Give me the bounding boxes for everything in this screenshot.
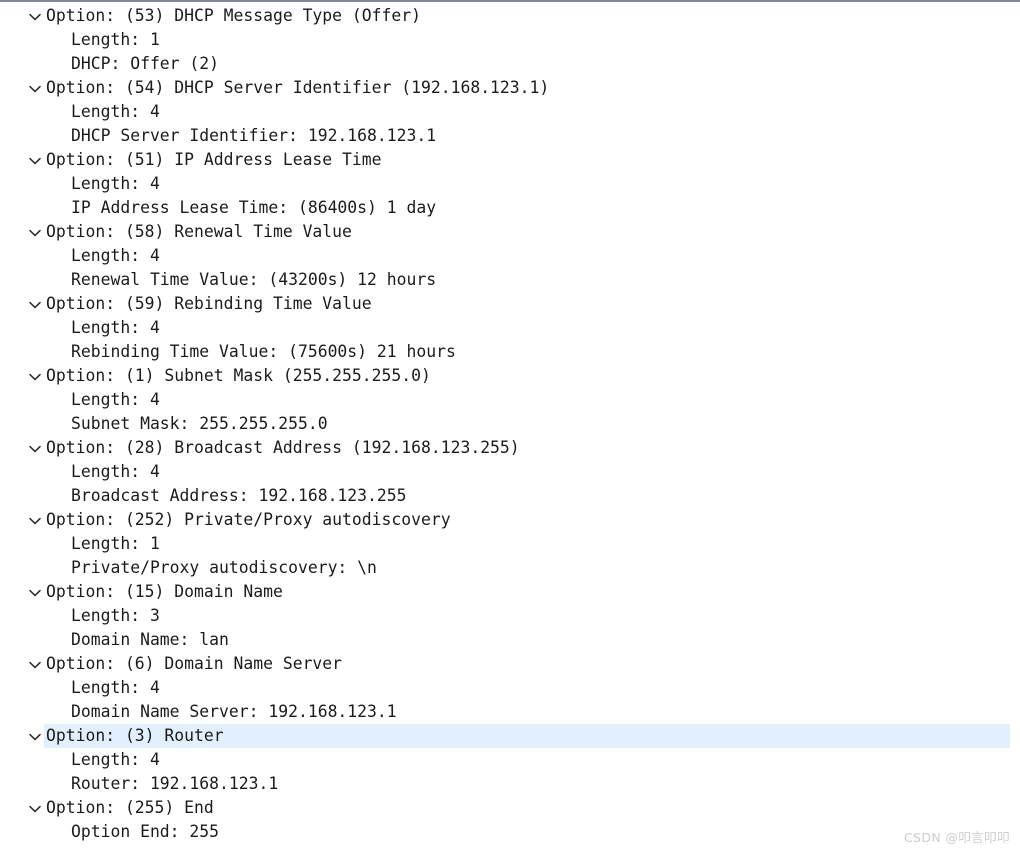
chevron-down-icon[interactable]: [28, 76, 42, 100]
tree-row[interactable]: Option: (252) Private/Proxy autodiscover…: [0, 508, 1020, 532]
tree-row[interactable]: Option: (255) End: [0, 796, 1020, 820]
tree-row-label: Length: 4: [71, 102, 160, 121]
tree-row-label: Length: 4: [71, 390, 160, 409]
tree-row-label: IP Address Lease Time: (86400s) 1 day: [71, 198, 437, 217]
tree-row-label: Option: (3) Router: [44, 724, 1010, 748]
tree-row[interactable]: Private/Proxy autodiscovery: \n: [0, 556, 1020, 580]
tree-row-label: Option: (28) Broadcast Address (192.168.…: [46, 438, 520, 457]
tree-row-label: Option: (6) Domain Name Server: [46, 654, 343, 673]
tree-row[interactable]: Subnet Mask: 255.255.255.0: [0, 412, 1020, 436]
tree-row-label: Option: (1) Subnet Mask (255.255.255.0): [46, 366, 431, 385]
tree-row[interactable]: Option: (1) Subnet Mask (255.255.255.0): [0, 364, 1020, 388]
tree-row[interactable]: Length: 4: [0, 388, 1020, 412]
tree-row[interactable]: Domain Name Server: 192.168.123.1: [0, 700, 1020, 724]
tree-row-label: Length: 4: [71, 318, 160, 337]
tree-row[interactable]: Router: 192.168.123.1: [0, 772, 1020, 796]
tree-row[interactable]: IP Address Lease Time: (86400s) 1 day: [0, 196, 1020, 220]
chevron-down-icon[interactable]: [28, 724, 42, 748]
tree-row-label: Length: 4: [71, 174, 160, 193]
tree-row-label: Option: (15) Domain Name: [46, 582, 283, 601]
chevron-down-icon[interactable]: [28, 580, 42, 604]
tree-row-label: Domain Name: lan: [71, 630, 229, 649]
tree-row-label: Rebinding Time Value: (75600s) 21 hours: [71, 342, 456, 361]
tree-row-label: Length: 1: [71, 534, 160, 553]
tree-row-label: Private/Proxy autodiscovery: \n: [71, 558, 377, 577]
tree-row-label: Renewal Time Value: (43200s) 12 hours: [71, 270, 437, 289]
tree-row-label: Option: (54) DHCP Server Identifier (192…: [46, 78, 550, 97]
tree-row-label: DHCP Server Identifier: 192.168.123.1: [71, 126, 437, 145]
tree-row-label: Router: 192.168.123.1: [71, 774, 279, 793]
tree-row-label: Length: 1: [71, 30, 160, 49]
tree-row-label: Option: (252) Private/Proxy autodiscover…: [46, 510, 451, 529]
tree-row-label: Length: 4: [71, 678, 160, 697]
tree-row[interactable]: Length: 1: [0, 28, 1020, 52]
tree-row[interactable]: Option: (53) DHCP Message Type (Offer): [0, 4, 1020, 28]
tree-row-label: DHCP: Offer (2): [71, 54, 220, 73]
tree-row[interactable]: Length: 4: [0, 316, 1020, 340]
tree-row[interactable]: Option End: 255: [0, 820, 1020, 844]
chevron-down-icon[interactable]: [28, 148, 42, 172]
tree-row[interactable]: Length: 4: [0, 748, 1020, 772]
tree-row-label: Option: (255) End: [46, 798, 214, 817]
tree-row[interactable]: Option: (28) Broadcast Address (192.168.…: [0, 436, 1020, 460]
chevron-down-icon[interactable]: [28, 436, 42, 460]
tree-row-label: Option: (59) Rebinding Time Value: [46, 294, 372, 313]
chevron-down-icon[interactable]: [28, 220, 42, 244]
tree-row[interactable]: Option: (3) Router: [0, 724, 1020, 748]
chevron-down-icon[interactable]: [28, 508, 42, 532]
tree-row[interactable]: DHCP: Offer (2): [0, 52, 1020, 76]
chevron-down-icon[interactable]: [28, 4, 42, 28]
tree-row-label: Option: (51) IP Address Lease Time: [46, 150, 382, 169]
chevron-down-icon[interactable]: [28, 364, 42, 388]
tree-row[interactable]: Option: (58) Renewal Time Value: [0, 220, 1020, 244]
tree-row[interactable]: DHCP Server Identifier: 192.168.123.1: [0, 124, 1020, 148]
tree-row-label: Domain Name Server: 192.168.123.1: [71, 702, 397, 721]
tree-row[interactable]: Option: (51) IP Address Lease Time: [0, 148, 1020, 172]
tree-row[interactable]: Option: (15) Domain Name: [0, 580, 1020, 604]
tree-row[interactable]: Option: (6) Domain Name Server: [0, 652, 1020, 676]
tree-row-label: Option End: 255: [71, 822, 220, 841]
tree-row[interactable]: Domain Name: lan: [0, 628, 1020, 652]
tree-row[interactable]: Length: 4: [0, 460, 1020, 484]
tree-row-label: Broadcast Address: 192.168.123.255: [71, 486, 407, 505]
packet-detail-pane[interactable]: Option: (53) DHCP Message Type (Offer) Le…: [0, 0, 1020, 851]
tree-row[interactable]: Length: 4: [0, 100, 1020, 124]
tree-row[interactable]: Length: 4: [0, 676, 1020, 700]
tree-row[interactable]: Broadcast Address: 192.168.123.255: [0, 484, 1020, 508]
tree-row[interactable]: Renewal Time Value: (43200s) 12 hours: [0, 268, 1020, 292]
dhcp-option-tree[interactable]: Option: (53) DHCP Message Type (Offer) Le…: [0, 4, 1020, 844]
tree-row[interactable]: Length: 1: [0, 532, 1020, 556]
tree-row-label: Length: 4: [71, 462, 160, 481]
tree-row[interactable]: Length: 4: [0, 244, 1020, 268]
tree-row-label: Length: 4: [71, 246, 160, 265]
csdn-watermark: CSDN @叩言叩叩: [903, 830, 1010, 845]
chevron-down-icon[interactable]: [28, 652, 42, 676]
tree-row-label: Length: 4: [71, 750, 160, 769]
tree-row-label: Option: (58) Renewal Time Value: [46, 222, 352, 241]
tree-row[interactable]: Length: 4: [0, 172, 1020, 196]
tree-row[interactable]: Option: (59) Rebinding Time Value: [0, 292, 1020, 316]
tree-row[interactable]: Option: (54) DHCP Server Identifier (192…: [0, 76, 1020, 100]
chevron-down-icon[interactable]: [28, 292, 42, 316]
tree-row-label: Option: (53) DHCP Message Type (Offer): [46, 6, 421, 25]
tree-row-label: Subnet Mask: 255.255.255.0: [71, 414, 328, 433]
tree-row-label: Length: 3: [71, 606, 160, 625]
chevron-down-icon[interactable]: [28, 796, 42, 820]
tree-row[interactable]: Rebinding Time Value: (75600s) 21 hours: [0, 340, 1020, 364]
tree-row[interactable]: Length: 3: [0, 604, 1020, 628]
